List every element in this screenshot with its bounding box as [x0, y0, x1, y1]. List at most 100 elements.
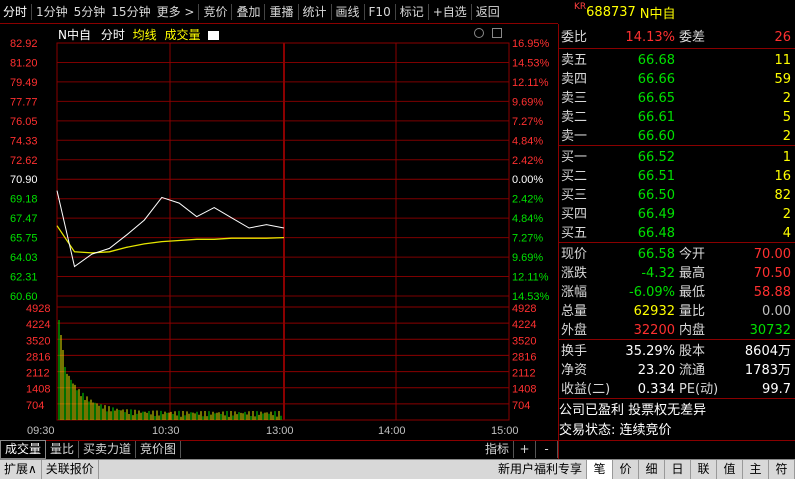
bid-price: 66.49 — [637, 207, 675, 222]
volume-tick-label: 4928 — [26, 303, 50, 315]
volume-tick-label: 4224 — [512, 319, 536, 331]
tick-tab[interactable]: 笔 — [587, 460, 613, 479]
quote-value: 0.00 — [762, 304, 791, 319]
market-badge: KR — [574, 2, 587, 12]
tab-buy-sell-force[interactable]: 买卖力道 — [79, 441, 137, 458]
stats-value: 23.20 — [637, 363, 675, 378]
related-quotes-button[interactable]: 关联报价 — [42, 460, 99, 479]
settings-icon[interactable] — [474, 28, 484, 38]
stock-name: N中自 — [639, 6, 676, 22]
tab-1min[interactable]: 1分钟 — [33, 2, 71, 22]
pct-tick-label: 12.11% — [512, 272, 549, 284]
bid-row: 买四 66.49 2 — [559, 205, 795, 224]
bid-price: 66.51 — [637, 169, 675, 184]
indicator-button[interactable]: 指标 — [481, 441, 514, 458]
symbol-tab[interactable]: 符 — [769, 460, 795, 479]
new-user-promo[interactable]: 新用户福利专享 — [494, 460, 587, 479]
pct-tick-label: 7.27% — [512, 116, 543, 128]
stats-label: 流通 — [679, 363, 706, 378]
chart-canvas[interactable]: 82.92 16.95% 81.20 14.53% 79.49 12.11% 77.77 9.… — [0, 24, 558, 440]
stats-label: 股本 — [679, 344, 706, 359]
main-tab[interactable]: 主 — [743, 460, 769, 479]
ask-price: 66.60 — [637, 129, 675, 144]
quote-row: 涨跌 -4.32 最高 70.50 — [559, 264, 795, 283]
quote-value: 32200 — [633, 323, 675, 338]
bid-volume: 1 — [782, 150, 791, 165]
bid-price: 66.52 — [637, 150, 675, 165]
tab-volume[interactable]: 成交量 — [0, 440, 47, 459]
pct-tick-label: 7.27% — [512, 233, 543, 245]
tab-more[interactable]: 更多 > — [154, 2, 198, 22]
ask-row: 卖四 66.66 59 — [559, 70, 795, 89]
camera-icon[interactable] — [208, 31, 220, 40]
order-ratio-value: 14.13% — [625, 30, 675, 45]
tab-overlay[interactable]: 叠加 — [233, 2, 263, 22]
tab-mark[interactable]: 标记 — [397, 2, 427, 22]
tab-add-watchlist[interactable]: +自选 — [430, 2, 470, 22]
zoom-out-button[interactable]: - — [536, 441, 558, 458]
indicator-tab-bar: 成交量 量比 买卖力道 竞价图 指标 + - — [0, 440, 558, 459]
tab-replay[interactable]: 重播 — [266, 2, 296, 22]
pct-tick-label: 4.84% — [512, 213, 543, 225]
close-icon[interactable] — [492, 28, 502, 38]
pct-tick-label: 12.11% — [512, 77, 549, 89]
stats-label: 换手 — [561, 344, 588, 359]
price-tick-label: 60.60 — [10, 291, 38, 303]
intraday-chart[interactable]: 82.92 16.95% 81.20 14.53% 79.49 12.11% 77.77 9.… — [0, 24, 558, 440]
value-tab[interactable]: 值 — [717, 460, 743, 479]
tab-back[interactable]: 返回 — [473, 2, 503, 22]
pct-tick-label: 14.53% — [512, 291, 550, 303]
price-tick-label: 64.03 — [10, 252, 38, 264]
trade-status: 交易状态: 连续竞价 — [559, 423, 672, 438]
time-tick-label: 10:30 — [152, 425, 180, 437]
tab-auction-chart[interactable]: 竞价图 — [136, 441, 182, 458]
tab-volume-ratio[interactable]: 量比 — [46, 441, 80, 458]
time-tick-label: 09:30 — [27, 425, 55, 437]
expand-button[interactable]: 扩展∧ — [0, 460, 42, 479]
pct-tick-label: 9.69% — [512, 96, 543, 108]
ask-row: 卖五 66.68 11 — [559, 51, 795, 70]
ask-row: 卖一 66.60 2 — [559, 127, 795, 146]
daily-tab[interactable]: 日 — [665, 460, 691, 479]
bid-price: 66.50 — [637, 188, 675, 203]
ask-label: 卖二 — [561, 110, 588, 125]
volume-tick-label: 3520 — [26, 335, 50, 347]
bid-label: 买二 — [561, 169, 588, 184]
bid-volume: 82 — [774, 188, 791, 203]
quote-value: -6.09% — [629, 285, 675, 300]
volume-tick-label: 1408 — [26, 384, 50, 396]
tab-f10[interactable]: F10 — [366, 2, 394, 22]
tab-intraday[interactable]: 分时 — [0, 2, 30, 22]
quote-value: 66.58 — [637, 247, 675, 262]
tab-15min[interactable]: 15分钟 — [108, 2, 153, 22]
price-tab[interactable]: 价 — [613, 460, 639, 479]
price-tick-label: 79.49 — [10, 77, 38, 89]
order-diff-value: 26 — [774, 30, 791, 45]
volume-tick-label: 2112 — [26, 368, 50, 380]
tab-draw[interactable]: 画线 — [333, 2, 363, 22]
ask-label: 卖四 — [561, 72, 588, 87]
chart-stock-name: N中自 — [58, 28, 91, 42]
pct-tick-label: 2.42% — [512, 194, 543, 206]
stats-value: 1783万 — [744, 363, 791, 378]
quote-label: 外盘 — [561, 323, 588, 338]
linked-tab[interactable]: 联 — [691, 460, 717, 479]
ask-volume: 59 — [774, 72, 791, 87]
chart-legend: N中自 分时 均线 成交量 — [58, 26, 220, 43]
bid-label: 买三 — [561, 188, 588, 203]
stats-value: 8604万 — [744, 344, 791, 359]
zoom-in-button[interactable]: + — [514, 441, 536, 458]
tab-stats[interactable]: 统计 — [300, 2, 330, 22]
bid-row: 买五 66.48 4 — [559, 224, 795, 243]
stats-label: 收益(二) — [561, 382, 611, 397]
tab-5min[interactable]: 5分钟 — [71, 2, 109, 22]
tab-auction[interactable]: 竞价 — [200, 2, 230, 22]
detail-tab[interactable]: 细 — [639, 460, 665, 479]
quote-label: 内盘 — [679, 323, 706, 338]
ask-volume: 5 — [782, 110, 791, 125]
volume-tick-label: 704 — [512, 400, 530, 412]
panel-footer — [558, 440, 795, 459]
stock-header: KR 688737 N中自 — [560, 0, 795, 24]
time-tick-label: 15:00 — [491, 425, 519, 437]
volume-tick-label: 2816 — [512, 351, 536, 363]
